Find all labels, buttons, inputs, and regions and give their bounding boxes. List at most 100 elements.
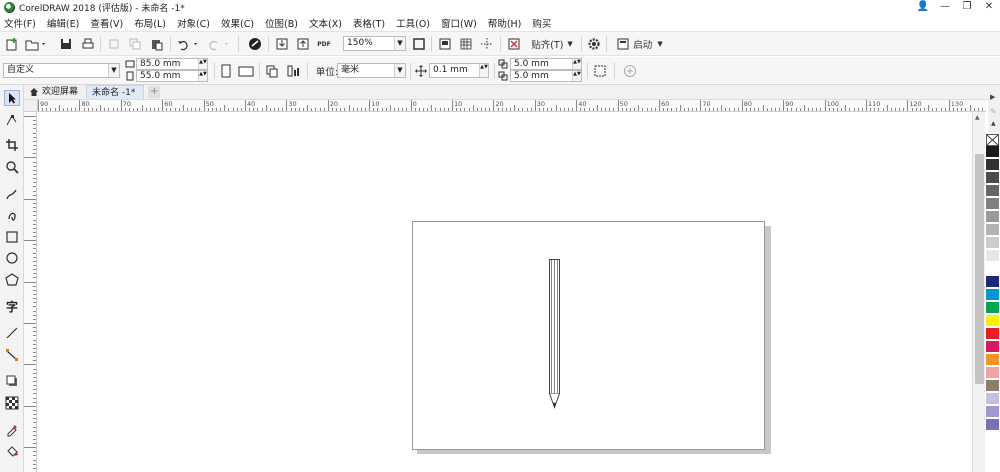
page-width-input[interactable]: 85.0 mm ▲▼ <box>136 58 208 70</box>
new-tab-button[interactable]: + <box>148 86 161 98</box>
menu-file[interactable]: 文件(F) <box>4 16 36 30</box>
palette-swatch[interactable] <box>986 419 999 431</box>
palette-swatch[interactable] <box>986 224 999 236</box>
units-select[interactable]: 毫米 ▼ <box>337 63 406 78</box>
drop-shadow-tool-icon[interactable] <box>4 373 20 389</box>
nudge-distance-input[interactable]: 0.1 mm ▲▼ <box>429 63 489 78</box>
palette-swatch[interactable] <box>986 263 999 275</box>
artistic-media-tool-icon[interactable] <box>4 206 20 222</box>
polygon-tool-icon[interactable] <box>4 272 20 288</box>
palette-swatch[interactable] <box>986 211 999 223</box>
palette-swatch[interactable] <box>986 289 999 301</box>
page-border-icon[interactable] <box>592 63 608 79</box>
rectangle-tool-icon[interactable] <box>4 229 20 245</box>
import-icon[interactable] <box>274 36 290 52</box>
close-icon[interactable]: ✕ <box>978 0 1000 14</box>
page-height-input[interactable]: 55.0 mm ▲▼ <box>136 70 208 82</box>
no-fill-swatch[interactable] <box>986 134 999 146</box>
palette-swatch[interactable] <box>986 185 999 197</box>
pencil-drawing[interactable] <box>413 222 766 451</box>
interactive-fill-tool-icon[interactable] <box>4 443 20 459</box>
drawing-canvas[interactable] <box>38 113 972 472</box>
spinner-icon[interactable]: ▲▼ <box>572 59 581 69</box>
parallel-dimension-tool-icon[interactable] <box>4 325 20 341</box>
palette-swatch[interactable] <box>986 237 999 249</box>
scrollbar-thumb[interactable] <box>975 154 984 384</box>
scroll-palette-up-icon[interactable]: ▲ <box>991 120 996 127</box>
show-grid-icon[interactable] <box>458 36 474 52</box>
pen-icon[interactable]: ✎ <box>990 107 997 116</box>
vertical-ruler[interactable] <box>24 112 37 472</box>
menu-table[interactable]: 表格(T) <box>353 16 385 30</box>
minimize-icon[interactable]: — <box>934 0 956 14</box>
zoom-level-select[interactable]: 150% ▼ <box>343 36 406 51</box>
drawing-page[interactable] <box>412 221 765 450</box>
paste-icon[interactable] <box>149 36 165 52</box>
horizontal-ruler[interactable]: 90 80 70 60 50 40 30 20 10 0 10 20 30 40 50 60 70 80 90 100… <box>38 100 986 112</box>
vertical-scrollbar[interactable]: ▲ <box>972 112 985 472</box>
connector-tool-icon[interactable] <box>4 347 20 363</box>
duplicate-distance-x-input[interactable]: 5.0 mm ▲▼ <box>510 58 582 70</box>
options-gear-icon[interactable] <box>586 36 602 52</box>
spinner-icon[interactable]: ▲▼ <box>198 71 207 81</box>
application-launcher[interactable]: 启动 ▼ <box>612 36 668 52</box>
palette-swatch[interactable] <box>986 354 999 366</box>
portrait-icon[interactable] <box>219 63 233 79</box>
current-page-icon[interactable] <box>286 63 302 79</box>
palette-swatch[interactable] <box>986 276 999 288</box>
copy-icon[interactable] <box>127 36 143 52</box>
menu-tools[interactable]: 工具(O) <box>396 16 430 30</box>
menu-view[interactable]: 查看(V) <box>90 16 123 30</box>
ellipse-tool-icon[interactable] <box>4 250 20 266</box>
chevron-down-icon[interactable]: ▼ <box>394 37 405 50</box>
snap-to-dropdown[interactable]: 贴齐(T) ▼ <box>527 36 577 52</box>
eyedropper-tool-icon[interactable] <box>4 422 20 438</box>
tab-untitled-1[interactable]: 未命名 -1* <box>86 85 145 99</box>
menu-buy[interactable]: 购买 <box>532 16 551 30</box>
text-tool-icon[interactable]: 字 <box>4 298 20 314</box>
zoom-to-page-icon[interactable] <box>411 36 427 52</box>
palette-swatch[interactable] <box>986 198 999 210</box>
menu-window[interactable]: 窗口(W) <box>441 16 477 30</box>
chevron-down-icon[interactable]: ▼ <box>394 64 405 77</box>
palette-swatch[interactable] <box>986 406 999 418</box>
full-screen-preview-icon[interactable] <box>437 36 453 52</box>
shape-tool-icon[interactable] <box>4 112 20 128</box>
open-icon[interactable] <box>24 36 48 52</box>
menu-help[interactable]: 帮助(H) <box>488 16 522 30</box>
corel-connect-icon[interactable] <box>247 36 263 52</box>
duplicate-distance-y-input[interactable]: 5.0 mm ▲▼ <box>510 70 582 82</box>
save-icon[interactable] <box>58 36 74 52</box>
publish-pdf-icon[interactable]: PDF <box>316 36 332 52</box>
crop-tool-icon[interactable] <box>4 137 20 153</box>
expand-docker-icon[interactable]: ▶ <box>990 93 995 101</box>
menu-object[interactable]: 对象(C) <box>177 16 210 30</box>
cut-icon[interactable] <box>106 36 122 52</box>
palette-swatch[interactable] <box>986 315 999 327</box>
spinner-icon[interactable]: ▲▼ <box>572 71 581 81</box>
all-pages-icon[interactable] <box>264 63 280 79</box>
restore-icon[interactable]: ❐ <box>956 0 978 14</box>
menu-effects[interactable]: 效果(C) <box>221 16 254 30</box>
palette-swatch[interactable] <box>986 172 999 184</box>
freehand-tool-icon[interactable] <box>4 186 20 202</box>
scroll-up-icon[interactable]: ▲ <box>975 114 980 121</box>
palette-swatch[interactable] <box>986 302 999 314</box>
spinner-icon[interactable]: ▲▼ <box>198 59 207 69</box>
palette-swatch[interactable] <box>986 159 999 171</box>
account-icon[interactable]: 👤 <box>912 0 934 14</box>
landscape-icon[interactable] <box>237 63 255 79</box>
palette-swatch[interactable] <box>986 146 999 158</box>
export-icon[interactable] <box>295 36 311 52</box>
spinner-icon[interactable]: ▲▼ <box>479 64 488 77</box>
new-document-icon[interactable] <box>4 36 20 52</box>
zoom-tool-icon[interactable] <box>4 159 20 175</box>
show-guidelines-icon[interactable] <box>479 36 495 52</box>
menu-bitmaps[interactable]: 位图(B) <box>265 16 298 30</box>
add-preset-icon[interactable] <box>622 63 638 79</box>
print-icon[interactable] <box>80 36 96 52</box>
palette-swatch[interactable] <box>986 328 999 340</box>
transparency-tool-icon[interactable] <box>4 395 20 411</box>
redo-icon[interactable] <box>206 36 232 52</box>
undo-icon[interactable] <box>175 36 201 52</box>
